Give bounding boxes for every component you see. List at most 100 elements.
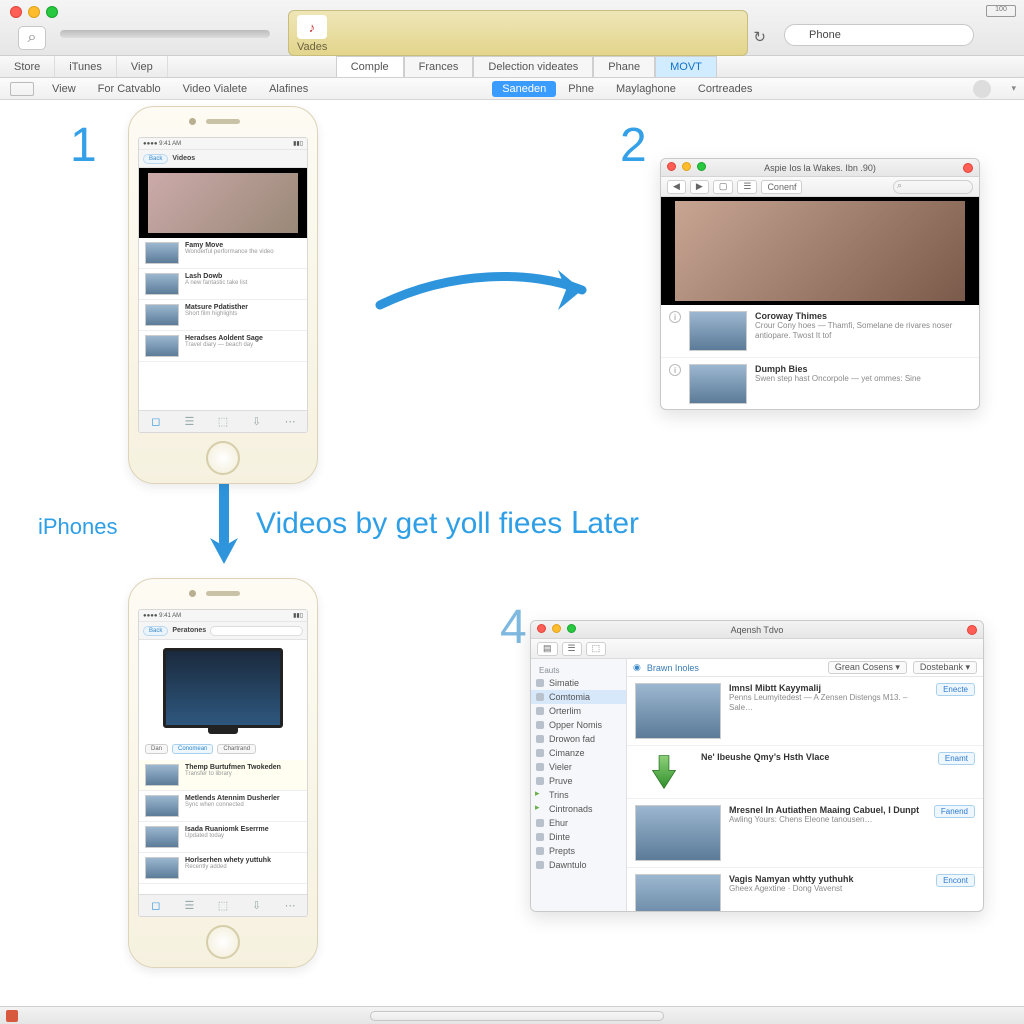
zoom-icon[interactable]	[46, 6, 58, 18]
win2-q-close-icon[interactable]	[963, 163, 973, 173]
sidebar-item[interactable]: Cimanze	[531, 746, 626, 760]
win2-fwd-button[interactable]: ▶	[690, 180, 709, 194]
tab-delection[interactable]: Delection videates	[473, 56, 593, 77]
account-avatar-icon[interactable]	[973, 80, 991, 98]
win4-close-icon[interactable]	[537, 624, 546, 633]
info-icon[interactable]: i	[669, 364, 681, 376]
table-row[interactable]: Vagis Namyan whtty yuthuhkGheex Agextine…	[627, 868, 983, 911]
list-item[interactable]: Famy MoveWonderful performance the video	[139, 238, 307, 269]
playback-scrubber[interactable]	[60, 30, 270, 38]
iphone1-tab-1[interactable]: ◻	[139, 411, 173, 432]
win4-q-close-icon[interactable]	[967, 625, 977, 635]
sidebar-item[interactable]: Dawntulo	[531, 858, 626, 872]
iphone3-home-button[interactable]	[206, 925, 240, 959]
window-traffic-lights[interactable]	[10, 6, 58, 18]
menu-view[interactable]: Viep	[117, 56, 168, 77]
status-app-icon[interactable]	[6, 1010, 18, 1022]
list-item[interactable]: Horlserhen whety yuttuhkRecently added	[139, 853, 307, 884]
sidebar-item[interactable]: Dinte	[531, 830, 626, 844]
sidebar-item[interactable]: Pruve	[531, 774, 626, 788]
table-row[interactable]: Mresnel In Autiathen Maaing Cabuel, I Du…	[627, 799, 983, 868]
list-item[interactable]: Metlends Atennim DusherlerSync when conn…	[139, 791, 307, 822]
win4-tool-2[interactable]: ☰	[562, 642, 582, 656]
win4-tool-1[interactable]: ▤	[537, 642, 558, 656]
iphone1-back-button[interactable]: Back	[143, 154, 168, 164]
win2-view1-button[interactable]: ▢	[713, 180, 734, 194]
tab-frances[interactable]: Frances	[404, 56, 474, 77]
sidebar-item[interactable]: Ehur	[531, 816, 626, 830]
menu-itunes[interactable]: iTunes	[55, 56, 117, 77]
download-badge[interactable]: Enamt	[938, 752, 975, 765]
win2-close-icon[interactable]	[667, 162, 676, 171]
history-icon[interactable]: ↻	[753, 28, 766, 46]
download-badge[interactable]: Enecte	[936, 683, 975, 696]
iphone1-tab-3[interactable]: ⬚	[206, 411, 240, 432]
iphone3-tab-1[interactable]: ◻	[139, 895, 173, 916]
table-row[interactable]: iCoroway ThimesCrour Cony hoes — Thamfi,…	[661, 305, 979, 358]
win4-path-sel2[interactable]: Dostebank ▾	[913, 661, 977, 674]
menu-store[interactable]: Store	[0, 56, 55, 77]
download-badge[interactable]: Fanend	[934, 805, 975, 818]
iphone1-tab-4[interactable]: ⇩	[240, 411, 274, 432]
tab-movt[interactable]: MOVT	[655, 56, 717, 77]
iphone1-tab-2[interactable]: ☰	[173, 411, 207, 432]
table-row[interactable]: Ne' Ibeushe Qmy’s Hsth VlaceEnamt	[627, 746, 983, 799]
table-row[interactable]: iDumph BiesSwen step hast Oncorpole — ye…	[661, 358, 979, 409]
sidebar-item[interactable]: Prepts	[531, 844, 626, 858]
filter-cortreades[interactable]: Cortreades	[688, 81, 762, 97]
iphone3-back-button[interactable]: Back	[143, 626, 168, 636]
search-button-left[interactable]: ⌕	[18, 26, 46, 50]
info-icon[interactable]: i	[669, 311, 681, 323]
iphone3-chip-1[interactable]: Conomean	[172, 744, 213, 754]
sidebar-item[interactable]: Opper Nomis	[531, 718, 626, 732]
win2-back-button[interactable]: ◀	[667, 180, 686, 194]
win2-label-chip[interactable]: Conenf	[761, 180, 802, 194]
subtab-vialete[interactable]: Video Vialete	[173, 81, 257, 97]
win2-view2-button[interactable]: ☰	[737, 180, 757, 194]
iphone3-search[interactable]	[210, 626, 303, 636]
iphone3-tab-5[interactable]: ⋯	[273, 895, 307, 916]
list-item[interactable]: Heradses Aoldent SageTravel diary — beac…	[139, 331, 307, 362]
subtab-alafines[interactable]: Alafines	[259, 81, 318, 97]
account-caret-icon[interactable]: ▾	[1011, 83, 1016, 94]
filter-saneden[interactable]: Saneden	[492, 81, 556, 97]
download-badge[interactable]: Encont	[936, 874, 975, 887]
win4-zoom-icon[interactable]	[567, 624, 576, 633]
subtab-view[interactable]: View	[42, 81, 86, 97]
iphone3-tab-4[interactable]: ⇩	[240, 895, 274, 916]
iphone1-home-button[interactable]	[206, 441, 240, 475]
win4-tool-3[interactable]: ⬚	[586, 642, 607, 656]
iphone3-tab-2[interactable]: ☰	[173, 895, 207, 916]
win2-zoom-icon[interactable]	[697, 162, 706, 171]
iphone3-chip-2[interactable]: Chartrand	[217, 744, 256, 754]
tab-phane[interactable]: Phane	[593, 56, 655, 77]
sidebar-item[interactable]: Simatie	[531, 676, 626, 690]
subtab-catvablo[interactable]: For Catvablo	[88, 81, 171, 97]
iphone1-tab-5[interactable]: ⋯	[273, 411, 307, 432]
sidebar-item[interactable]: Trins	[531, 788, 626, 802]
win2-search-input[interactable]	[893, 180, 973, 194]
close-icon[interactable]	[10, 6, 22, 18]
win2-min-icon[interactable]	[682, 162, 691, 171]
sidebar-item[interactable]: Orterlim	[531, 704, 626, 718]
tab-comple[interactable]: Comple	[336, 56, 404, 77]
list-item[interactable]: Themp Burtufmen TwokedenTransfer to libr…	[139, 760, 307, 791]
list-item[interactable]: Lash DowbA new fantastic take list	[139, 269, 307, 300]
win4-min-icon[interactable]	[552, 624, 561, 633]
iphone3-tab-3[interactable]: ⬚	[206, 895, 240, 916]
view-mode-icon[interactable]	[10, 82, 34, 96]
win4-path[interactable]: Brawn Inoles	[647, 663, 699, 673]
minimize-icon[interactable]	[28, 6, 40, 18]
filter-maylaghone[interactable]: Maylaghone	[606, 81, 686, 97]
sidebar-item[interactable]: Vieler	[531, 760, 626, 774]
sidebar-item[interactable]: Drowon fad	[531, 732, 626, 746]
sidebar-item[interactable]: Cintronads	[531, 802, 626, 816]
table-row[interactable]: Imnsl Mibtt KayymalijPenns Leumyitedest …	[627, 677, 983, 746]
list-item[interactable]: Matsure PdatistherShort film highlights	[139, 300, 307, 331]
sidebar-item[interactable]: Comtomia	[531, 690, 626, 704]
status-capacity-bar	[370, 1011, 664, 1021]
win4-path-sel1[interactable]: Grean Cosens ▾	[828, 661, 907, 674]
search-input[interactable]	[784, 24, 974, 46]
filter-phne[interactable]: Phne	[558, 81, 604, 97]
list-item[interactable]: Isada Ruaniomk EserrmeUpdated today	[139, 822, 307, 853]
